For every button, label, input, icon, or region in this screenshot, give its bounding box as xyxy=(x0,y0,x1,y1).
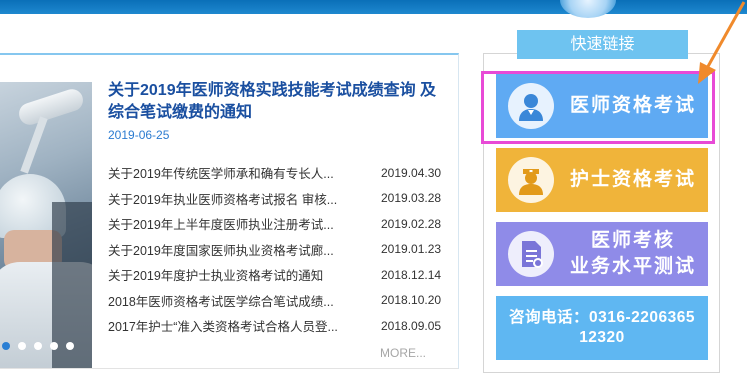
news-item[interactable]: 2017年护士“准入类资格考试合格人员登... 2018.09.05 xyxy=(108,313,448,339)
skill-test-label-line2: 业务水平测试 xyxy=(569,256,696,277)
slideshow-dots xyxy=(2,342,74,350)
news-item-date: 2019.01.23 xyxy=(381,242,442,257)
news-item-title[interactable]: 2018年医师资格考试医学综合笔试成绩... xyxy=(108,291,374,310)
quick-links-title: 快速链接 xyxy=(517,30,688,59)
skill-test-label: 医师考核 业务水平测试 xyxy=(566,222,700,286)
news-item[interactable]: 关于2019年度国家医师执业资格考试廊... 2019.01.23 xyxy=(108,237,448,263)
news-item[interactable]: 关于2019年传统医学师承和确有专长人... 2019.04.30 xyxy=(108,160,448,186)
news-item-date: 2019.04.30 xyxy=(381,165,442,180)
news-item-date: 2018.09.05 xyxy=(381,318,442,333)
news-headline-date: 2019-06-25 xyxy=(108,128,170,142)
header-emblem xyxy=(560,0,616,18)
slideshow-dot[interactable] xyxy=(2,342,10,350)
lamp-arm-shape xyxy=(20,116,48,174)
contact-phone-line2: 12320 xyxy=(579,329,625,346)
document-icon xyxy=(508,231,554,277)
news-item-title[interactable]: 关于2019年上半年度医师执业注册考试... xyxy=(108,214,374,233)
dental-lamp-shape xyxy=(16,86,86,128)
news-item[interactable]: 2018年医师资格考试医学综合笔试成绩... 2018.10.20 xyxy=(108,288,448,314)
news-item-date: 2019.03.28 xyxy=(381,191,442,206)
news-item-title[interactable]: 关于2019年传统医学师承和确有专长人... xyxy=(108,163,374,182)
more-link[interactable]: MORE... xyxy=(380,346,426,360)
header-band xyxy=(0,0,747,14)
contact-phone-label: 咨询电话：0316-2206365 12320 xyxy=(496,296,708,360)
highlight-box xyxy=(481,71,715,144)
news-headline[interactable]: 关于2019年医师资格实践技能考试成绩查询 及综合笔试缴费的通知 xyxy=(108,80,448,124)
slideshow-dot[interactable] xyxy=(34,342,42,350)
slideshow-dot[interactable] xyxy=(18,342,26,350)
skill-test-label-line1: 医师考核 xyxy=(590,230,675,251)
nurse-exam-button[interactable]: 护士资格考试 xyxy=(496,148,708,212)
news-list: 关于2019年传统医学师承和确有专长人... 2019.04.30 关于2019年… xyxy=(108,160,448,339)
skill-test-button[interactable]: 医师考核 业务水平测试 xyxy=(496,222,708,286)
contact-phone-box: 咨询电话：0316-2206365 12320 xyxy=(496,296,708,360)
nurse-exam-label: 护士资格考试 xyxy=(569,169,696,190)
news-item-title[interactable]: 关于2019年度国家医师执业资格考试廊... xyxy=(108,240,374,259)
news-item-date: 2018.12.14 xyxy=(381,267,442,282)
contact-phone-line1: 咨询电话：0316-2206365 xyxy=(509,309,695,326)
news-item[interactable]: 关于2019年上半年度医师执业注册考试... 2019.02.28 xyxy=(108,211,448,237)
news-item[interactable]: 关于2019年执业医师资格考试报名 审核... 2019.03.28 xyxy=(108,186,448,212)
news-item-title[interactable]: 关于2019年执业医师资格考试报名 审核... xyxy=(108,189,374,208)
news-slideshow-image[interactable] xyxy=(0,82,92,368)
slideshow-dot[interactable] xyxy=(50,342,58,350)
news-item-title[interactable]: 2017年护士“准入类资格考试合格人员登... xyxy=(108,316,374,335)
news-item-title[interactable]: 关于2019年度护士执业资格考试的通知 xyxy=(108,265,374,284)
news-item-date: 2019.02.28 xyxy=(381,216,442,231)
pointer-arrow-icon xyxy=(698,1,746,84)
news-item[interactable]: 关于2019年度护士执业资格考试的通知 2018.12.14 xyxy=(108,262,448,288)
news-item-date: 2018.10.20 xyxy=(381,293,442,308)
slideshow-dot[interactable] xyxy=(66,342,74,350)
nurse-icon xyxy=(508,157,554,203)
